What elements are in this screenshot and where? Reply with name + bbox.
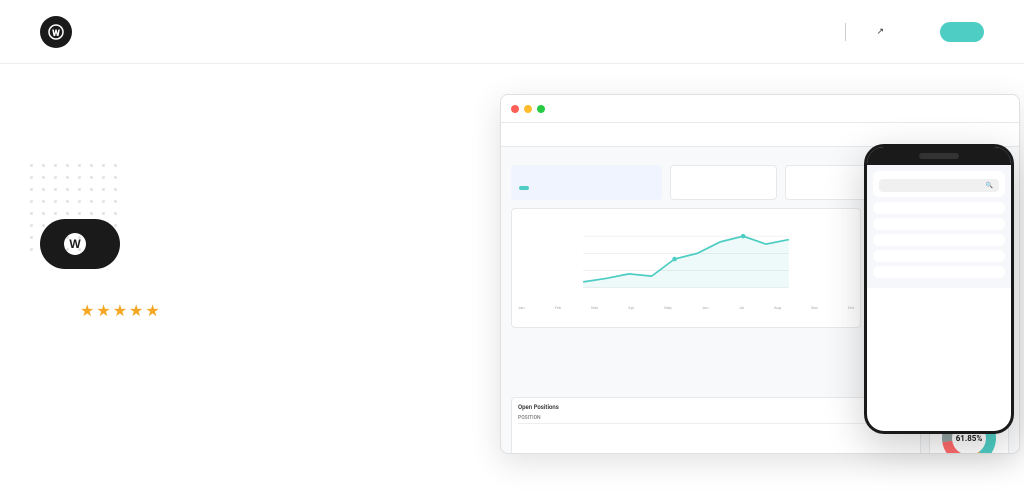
view-pricing-button[interactable]: [940, 22, 984, 42]
star-2: ★: [96, 301, 110, 320]
mockup-positions-table: Open Positions POSITION APPLICATIONS: [511, 397, 921, 454]
phone-notch: [867, 147, 1011, 165]
hero-stats: ★ ★ ★ ★ ★: [40, 301, 480, 322]
hero-section: // generate dots const db = document.que…: [0, 64, 1024, 501]
star-3: ★: [113, 301, 127, 320]
star-4: ★: [129, 301, 143, 320]
nav-demo[interactable]: ↗: [874, 27, 884, 37]
phone-job-2: [873, 218, 1005, 230]
phone-body: 🔍: [867, 165, 1011, 288]
phone-header: 🔍: [873, 171, 1005, 197]
mockup-alert: [511, 165, 662, 200]
minimize-dot: [524, 105, 532, 113]
hero-left: // generate dots const db = document.que…: [40, 104, 480, 322]
main-nav: ↗: [733, 22, 984, 42]
mockup-table-header: POSITION APPLICATIONS: [518, 415, 914, 424]
expand-dot: [537, 105, 545, 113]
phone-job-4: [873, 250, 1005, 262]
star-rating: ★ ★ ★ ★ ★: [80, 301, 160, 320]
logo: W: [40, 16, 80, 48]
analytics-chart: [518, 219, 854, 299]
nav-divider: [845, 23, 846, 41]
mockup-view-apps-btn: [519, 186, 529, 190]
mockup-table-title: Open Positions: [518, 404, 914, 411]
star-5: ★: [145, 301, 159, 320]
svg-text:61.85%: 61.85%: [956, 434, 983, 443]
logo-icon: W: [40, 16, 72, 48]
hero-right: Jan Feb Mar Apr May Jun Jul Aug Sep Oct: [500, 104, 984, 501]
svg-text:W: W: [52, 29, 60, 39]
phone-job-1: [873, 202, 1005, 214]
phone-job-5: [873, 266, 1005, 278]
header: W ↗: [0, 0, 1024, 64]
mockup-chart-area: Jan Feb Mar Apr May Jun Jul Aug Sep Oct: [511, 208, 861, 328]
phone-job-3: [873, 234, 1005, 246]
col-position: POSITION: [518, 415, 541, 421]
dots-pattern: // generate dots const db = document.que…: [30, 164, 122, 256]
search-icon: 🔍: [986, 182, 993, 189]
star-1: ★: [80, 301, 94, 320]
close-dot: [511, 105, 519, 113]
phone-mockup: 🔍: [864, 144, 1014, 434]
phone-notch-pill: [919, 153, 959, 159]
mockup-stat-open: [670, 165, 778, 200]
phone-search: 🔍: [879, 179, 999, 192]
stat-rating: ★ ★ ★ ★ ★: [80, 301, 160, 322]
mockup-traffic-lights: [501, 95, 1019, 123]
